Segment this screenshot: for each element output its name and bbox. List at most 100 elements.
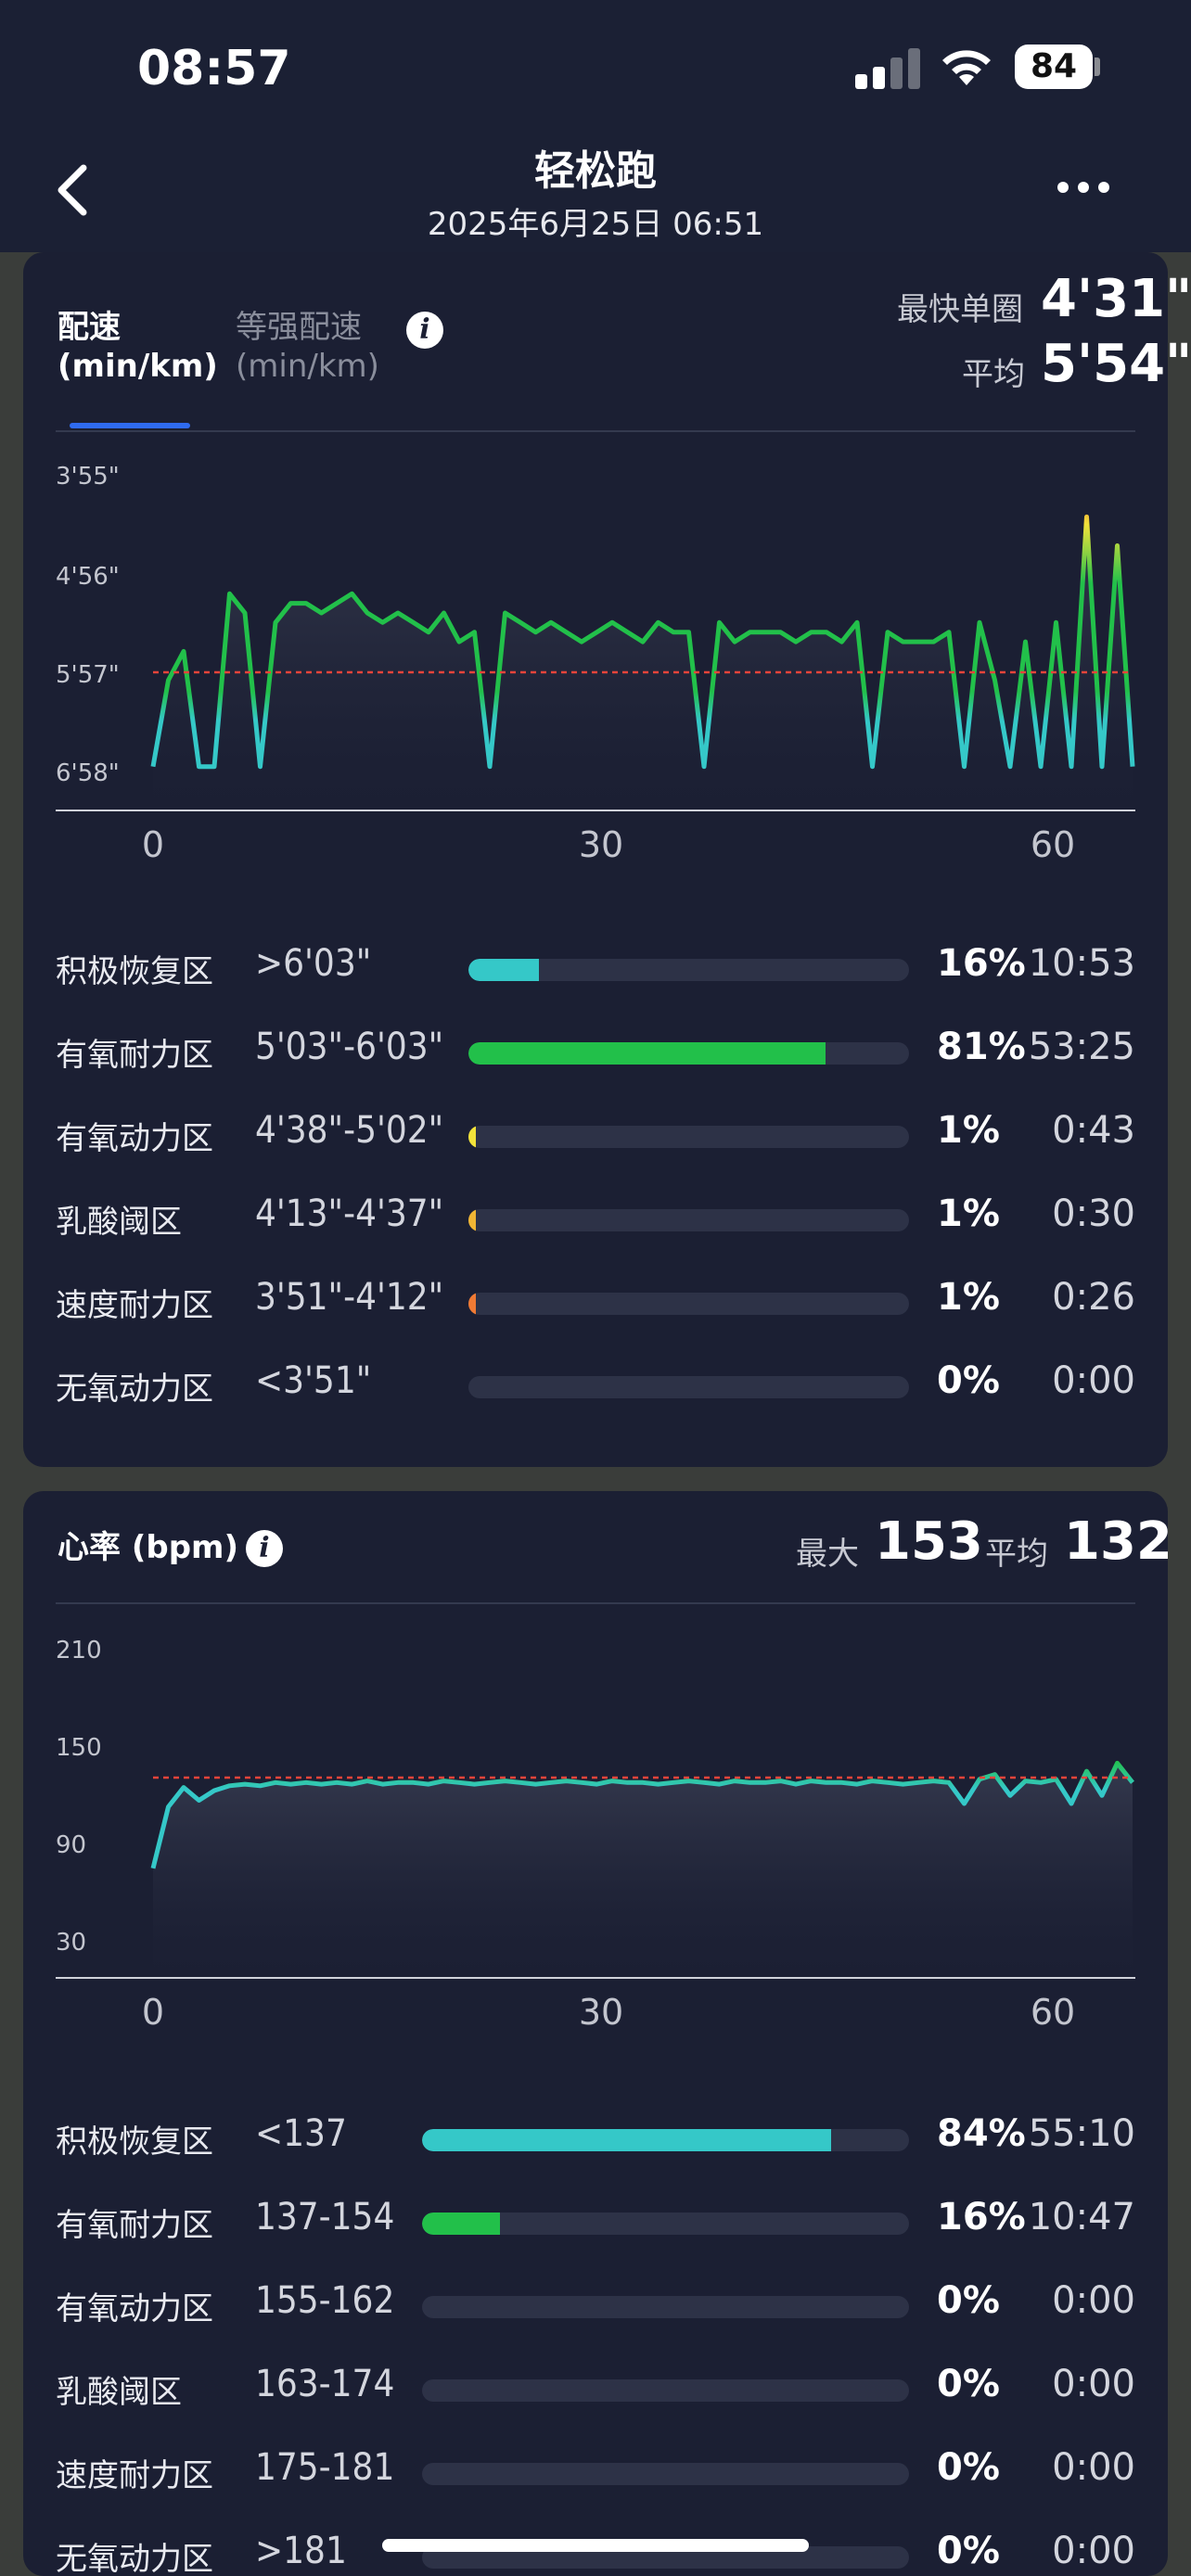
zone-row: 乳酸阈区 163-174 0% 0:00 [23,2359,1168,2415]
zone-range: 4'38"-5'02" [255,1109,444,1152]
tab-active-indicator [70,423,190,428]
zone-time: 0:26 [1052,1276,1135,1319]
x-tick-label: 0 [142,824,164,865]
heart-rate-title: 心率 (bpm) [58,1529,239,1566]
pace-card: 配速 (min/km) 等强配速 (min/km) i 最快单圈 4'31" 平… [23,252,1191,1467]
heart-card: 心率 (bpm) i 最大 153 平均 132 210 150 90 30 0 30 60… [23,1491,1172,2576]
page-subtitle: 2025年6月25日 06:51 [427,206,764,243]
chart-area-fill [153,516,1133,810]
home-indicator[interactable] [382,2539,809,2552]
zone-bar-track [422,2296,909,2318]
zone-bar-fill [468,1042,826,1065]
avg-pace-label: 平均 [962,356,1025,393]
zone-range: 3'51"-4'12" [255,1276,444,1319]
heart-chart-svg: 210 150 90 30 0 30 60 [56,1637,1135,2033]
zone-percent: 0% [937,2363,1000,2405]
zone-time: 0:00 [1052,1359,1135,1402]
heart-header-divider [56,1602,1135,1604]
avg-hr-value: 132 [1064,1511,1172,1572]
zone-range: <137 [255,2112,347,2155]
wifi-icon [942,50,991,85]
zone-percent: 1% [937,1192,1000,1235]
x-tick-label: 60 [1031,1992,1075,2033]
y-tick-label: 210 [56,1637,102,1664]
battery-icon: 84 [1015,45,1093,89]
zone-row: 有氧耐力区 5'03"-6'03" 81% 53:25 [23,1022,1168,1078]
zone-time: 10:53 [1028,942,1135,985]
x-tick-label: 60 [1031,824,1075,865]
chart-area-fill [153,1763,1133,1978]
zone-bar-fill [468,1126,476,1148]
status-time: 08:57 [137,41,291,96]
zone-row: 有氧动力区 155-162 0% 0:00 [23,2276,1168,2331]
info-icon[interactable]: i [406,312,443,349]
y-tick-label: 5'57" [56,661,120,689]
tab-equivalent-pace[interactable]: 等强配速 (min/km) [236,308,379,386]
app-header: 08:57 84 轻松跑 2025年6月25日 06:51 [0,0,1191,252]
zone-time: 55:10 [1028,2112,1135,2155]
zone-bar-track [422,2463,909,2485]
zone-bar-track [468,1209,909,1231]
zone-bar-fill [422,2129,831,2151]
page-title: 轻松跑 [534,147,657,195]
zone-percent: 16% [937,2196,1026,2238]
zone-name: 无氧动力区 [56,2541,213,2576]
zone-percent: 81% [937,1026,1026,1068]
tab-pace-unit: (min/km) [58,348,218,385]
y-tick-label: 150 [56,1734,102,1762]
zone-name: 乳酸阈区 [56,1204,182,1241]
zone-time: 53:25 [1028,1026,1135,1068]
y-tick-label: 6'58" [56,759,120,787]
y-tick-label: 3'55" [56,463,120,491]
zone-name: 乳酸阈区 [56,2374,182,2411]
zone-name: 速度耐力区 [56,2457,213,2494]
zone-range: 163-174 [255,2363,395,2405]
zone-name: 有氧耐力区 [56,2207,213,2244]
zone-time: 0:30 [1052,1192,1135,1235]
zone-range: 175-181 [255,2446,395,2489]
y-tick-label: 4'56" [56,563,120,591]
avg-pace-value: 5'54" [1041,334,1191,394]
tab-equivalent-pace-label: 等强配速 [236,309,362,346]
zone-bar-fill [468,1293,476,1315]
zone-percent: 16% [937,942,1026,985]
zone-time: 0:00 [1052,2446,1135,2489]
x-tick-label: 0 [142,1992,164,2033]
heart-info-icon[interactable]: i [246,1530,283,1567]
zone-bar-track [422,2379,909,2402]
tab-pace-label: 配速 [58,309,121,346]
zone-row: 乳酸阈区 4'13"-4'37" 1% 0:30 [23,1189,1168,1244]
x-tick-label: 30 [579,1992,623,2033]
zone-bar-fill [468,959,539,981]
zone-percent: 0% [937,2279,1000,2322]
zone-range: <3'51" [255,1359,372,1402]
zone-name: 有氧动力区 [56,2290,213,2327]
zone-name: 速度耐力区 [56,1287,213,1324]
zone-range: >181 [255,2530,347,2572]
zone-range: 137-154 [255,2196,395,2238]
pace-chart-svg: 3'55" 4'56" 5'57" 6'58" 0 30 60 [56,463,1135,865]
more-options-icon[interactable] [1057,182,1113,200]
zone-bar-track [468,1376,909,1398]
zone-time: 0:00 [1052,2530,1135,2572]
zone-row: 有氧耐力区 137-154 16% 10:47 [23,2192,1168,2248]
max-hr-value: 153 [875,1511,983,1572]
zone-bar-track [468,1126,909,1148]
fastest-lap-label: 最快单圈 [897,291,1023,328]
zone-name: 有氧耐力区 [56,1037,213,1074]
zone-time: 0:00 [1052,2363,1135,2405]
zone-percent: 0% [937,2530,1000,2572]
heart-chart: 210 150 90 30 0 30 60 [23,1625,1168,2570]
zone-range: 5'03"-6'03" [255,1026,444,1068]
zone-row: 积极恢复区 >6'03" 16% 10:53 [23,938,1168,994]
zone-percent: 0% [937,2446,1000,2489]
zone-time: 0:00 [1052,2279,1135,2322]
zone-bar-track [468,1042,909,1065]
zone-name: 有氧动力区 [56,1120,213,1157]
tab-equivalent-pace-unit: (min/km) [236,348,379,385]
tab-pace[interactable]: 配速 (min/km) [58,308,218,386]
y-tick-label: 30 [56,1929,86,1957]
x-tick-label: 30 [579,824,623,865]
zone-percent: 0% [937,1359,1000,1402]
zone-name: 积极恢复区 [56,953,213,990]
